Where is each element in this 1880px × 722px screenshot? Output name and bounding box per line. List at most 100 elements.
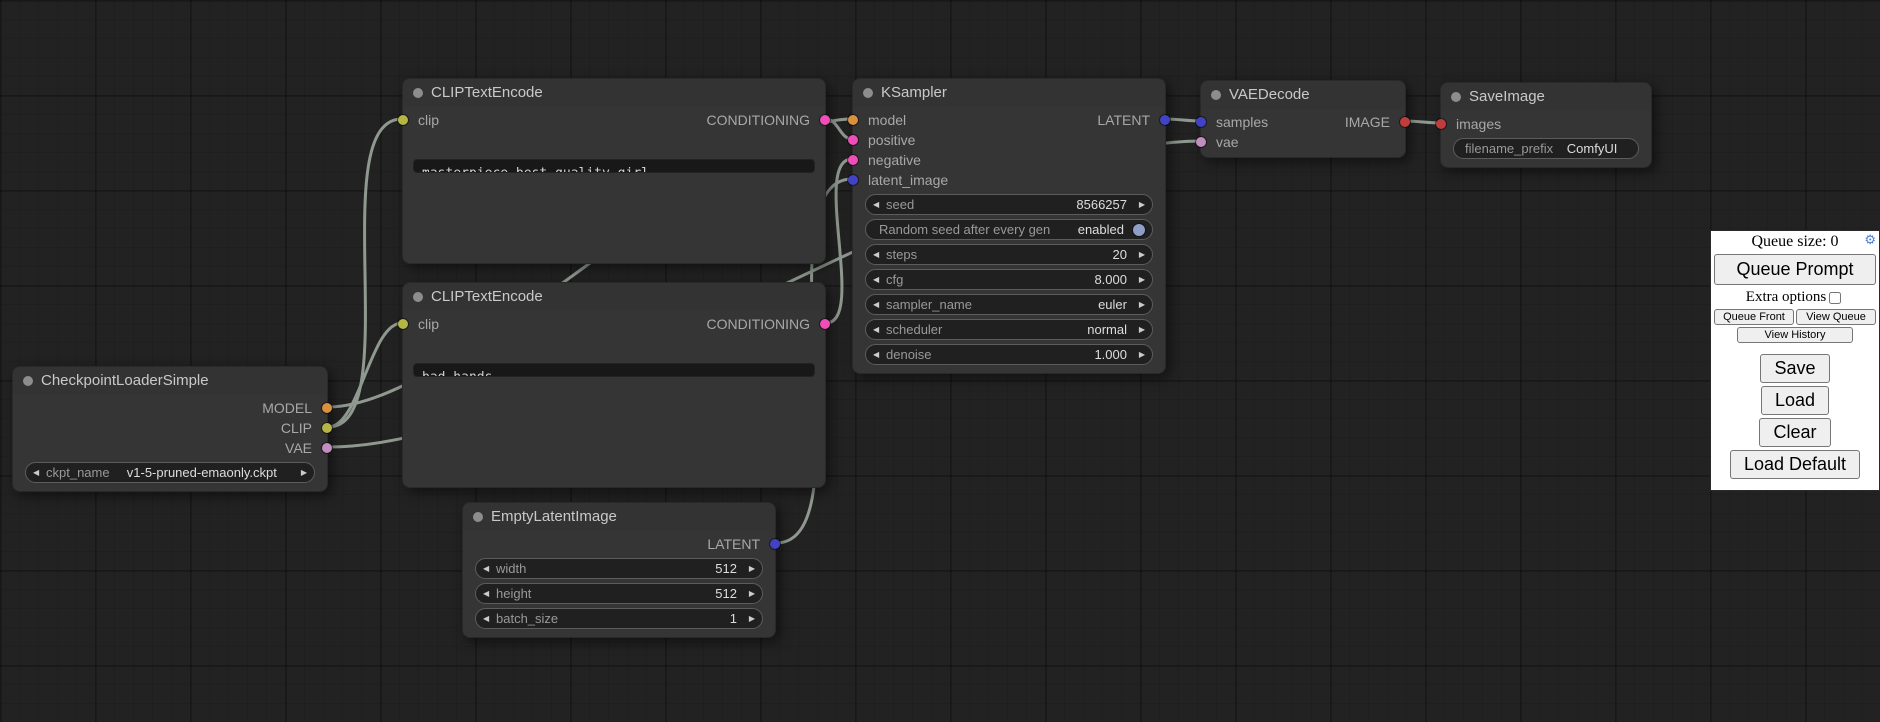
node-checkpoint-loader[interactable]: CheckpointLoaderSimple MODEL CLIP VAE ◀ … bbox=[12, 366, 328, 492]
clip-output-port[interactable] bbox=[322, 423, 332, 433]
model-output-port[interactable] bbox=[322, 403, 332, 413]
graph-canvas[interactable]: CheckpointLoaderSimple MODEL CLIP VAE ◀ … bbox=[0, 0, 1880, 722]
filename-prefix-widget[interactable]: filename_prefix ComfyUI bbox=[1453, 138, 1639, 159]
increment-arrow-icon[interactable]: ▶ bbox=[742, 589, 755, 598]
load-default-button[interactable]: Load Default bbox=[1730, 450, 1860, 479]
clip-input-port[interactable] bbox=[398, 319, 408, 329]
decrement-arrow-icon[interactable]: ◀ bbox=[873, 275, 886, 284]
node-collapse-dot[interactable] bbox=[1211, 90, 1221, 100]
conditioning-output-port[interactable] bbox=[820, 115, 830, 125]
vae-output-port[interactable] bbox=[322, 443, 332, 453]
steps-widget[interactable]: ◀ steps 20 ▶ bbox=[865, 244, 1153, 265]
batch-size-widget[interactable]: ◀ batch_size 1 ▶ bbox=[475, 608, 763, 629]
decrement-arrow-icon[interactable]: ◀ bbox=[483, 564, 496, 573]
decrement-arrow-icon[interactable]: ◀ bbox=[873, 250, 886, 259]
node-title: EmptyLatentImage bbox=[491, 508, 617, 525]
increment-arrow-icon[interactable]: ▶ bbox=[1132, 250, 1145, 259]
view-queue-button[interactable]: View Queue bbox=[1796, 309, 1876, 325]
clear-button[interactable]: Clear bbox=[1759, 418, 1830, 447]
next-arrow-icon[interactable]: ▶ bbox=[1132, 325, 1145, 334]
node-title-bar[interactable]: CheckpointLoaderSimple bbox=[13, 367, 327, 395]
next-arrow-icon[interactable]: ▶ bbox=[1132, 300, 1145, 309]
node-title-bar[interactable]: VAEDecode bbox=[1201, 81, 1405, 109]
slot-label: negative bbox=[868, 152, 921, 168]
node-title: CLIPTextEncode bbox=[431, 84, 543, 101]
node-vae-decode[interactable]: VAEDecode samples IMAGE vae bbox=[1200, 80, 1406, 158]
node-ksampler[interactable]: KSampler model LATENT positive negative … bbox=[852, 78, 1166, 374]
node-title-bar[interactable]: KSampler bbox=[853, 79, 1165, 107]
extra-options-checkbox[interactable] bbox=[1829, 292, 1841, 304]
decrement-arrow-icon[interactable]: ◀ bbox=[483, 614, 496, 623]
widget-value: ComfyUI bbox=[1567, 141, 1618, 156]
vae-input-port[interactable] bbox=[1196, 137, 1206, 147]
view-history-button[interactable]: View History bbox=[1737, 327, 1854, 343]
increment-arrow-icon[interactable]: ▶ bbox=[742, 564, 755, 573]
toggle-dot[interactable] bbox=[1133, 224, 1145, 236]
prev-arrow-icon[interactable]: ◀ bbox=[873, 300, 886, 309]
negative-input-port[interactable] bbox=[848, 155, 858, 165]
width-widget[interactable]: ◀ width 512 ▶ bbox=[475, 558, 763, 579]
increment-arrow-icon[interactable]: ▶ bbox=[1132, 275, 1145, 284]
conditioning-output-port[interactable] bbox=[820, 319, 830, 329]
node-title: KSampler bbox=[881, 84, 947, 101]
model-input-port[interactable] bbox=[848, 115, 858, 125]
negative-prompt-textarea[interactable]: bad hands bbox=[413, 363, 815, 377]
cfg-widget[interactable]: ◀ cfg 8.000 ▶ bbox=[865, 269, 1153, 290]
node-collapse-dot[interactable] bbox=[23, 376, 33, 386]
menu-panel: Queue size: 0 ⚙ Queue Prompt Extra optio… bbox=[1710, 230, 1880, 491]
slot-label: CONDITIONING bbox=[707, 110, 810, 130]
queue-front-button[interactable]: Queue Front bbox=[1714, 309, 1794, 325]
node-collapse-dot[interactable] bbox=[413, 88, 423, 98]
latent-output-port[interactable] bbox=[770, 539, 780, 549]
node-title-bar[interactable]: CLIPTextEncode bbox=[403, 79, 825, 107]
queue-prompt-button[interactable]: Queue Prompt bbox=[1714, 254, 1876, 285]
node-clip-text-encode-negative[interactable]: CLIPTextEncode clip CONDITIONING bad han… bbox=[402, 282, 826, 488]
clip-input-port[interactable] bbox=[398, 115, 408, 125]
node-collapse-dot[interactable] bbox=[1451, 92, 1461, 102]
image-output-port[interactable] bbox=[1400, 117, 1410, 127]
sampler-name-widget[interactable]: ◀ sampler_name euler ▶ bbox=[865, 294, 1153, 315]
widget-value: v1-5-pruned-emaonly.ckpt bbox=[127, 465, 277, 480]
slot-label: clip bbox=[418, 112, 439, 128]
denoise-widget[interactable]: ◀ denoise 1.000 ▶ bbox=[865, 344, 1153, 365]
slot-label: LATENT bbox=[707, 536, 760, 552]
prev-arrow-icon[interactable]: ◀ bbox=[873, 325, 886, 334]
increment-arrow-icon[interactable]: ▶ bbox=[1132, 200, 1145, 209]
prev-arrow-icon[interactable]: ◀ bbox=[33, 468, 46, 477]
increment-arrow-icon[interactable]: ▶ bbox=[1132, 350, 1145, 359]
seed-widget[interactable]: ◀ seed 8566257 ▶ bbox=[865, 194, 1153, 215]
decrement-arrow-icon[interactable]: ◀ bbox=[483, 589, 496, 598]
slot-row: model LATENT bbox=[853, 110, 1165, 130]
positive-prompt-textarea[interactable]: masterpiece best quality girl bbox=[413, 159, 815, 173]
latent-output-port[interactable] bbox=[1160, 115, 1170, 125]
decrement-arrow-icon[interactable]: ◀ bbox=[873, 200, 886, 209]
images-input-port[interactable] bbox=[1436, 119, 1446, 129]
node-title: CheckpointLoaderSimple bbox=[41, 372, 209, 389]
widget-value: 512 bbox=[715, 561, 742, 576]
load-button[interactable]: Load bbox=[1761, 386, 1829, 415]
positive-input-port[interactable] bbox=[848, 135, 858, 145]
save-button[interactable]: Save bbox=[1760, 354, 1829, 383]
node-clip-text-encode-positive[interactable]: CLIPTextEncode clip CONDITIONING masterp… bbox=[402, 78, 826, 264]
height-widget[interactable]: ◀ height 512 ▶ bbox=[475, 583, 763, 604]
widget-label: denoise bbox=[886, 347, 932, 362]
random-seed-toggle[interactable]: Random seed after every gen enabled bbox=[865, 219, 1153, 240]
next-arrow-icon[interactable]: ▶ bbox=[294, 468, 307, 477]
node-save-image[interactable]: SaveImage images filename_prefix ComfyUI bbox=[1440, 82, 1652, 168]
node-title-bar[interactable]: CLIPTextEncode bbox=[403, 283, 825, 311]
decrement-arrow-icon[interactable]: ◀ bbox=[873, 350, 886, 359]
node-collapse-dot[interactable] bbox=[413, 292, 423, 302]
ckpt-name-widget[interactable]: ◀ ckpt_name v1-5-pruned-emaonly.ckpt ▶ bbox=[25, 462, 315, 483]
node-empty-latent-image[interactable]: EmptyLatentImage LATENT ◀ width 512 ▶ ◀ … bbox=[462, 502, 776, 638]
slot-row: latent_image bbox=[853, 170, 1165, 190]
scheduler-widget[interactable]: ◀ scheduler normal ▶ bbox=[865, 319, 1153, 340]
slot-label: latent_image bbox=[868, 172, 948, 188]
node-collapse-dot[interactable] bbox=[863, 88, 873, 98]
latent-image-input-port[interactable] bbox=[848, 175, 858, 185]
node-title-bar[interactable]: EmptyLatentImage bbox=[463, 503, 775, 531]
samples-input-port[interactable] bbox=[1196, 117, 1206, 127]
node-collapse-dot[interactable] bbox=[473, 512, 483, 522]
increment-arrow-icon[interactable]: ▶ bbox=[742, 614, 755, 623]
node-title-bar[interactable]: SaveImage bbox=[1441, 83, 1651, 111]
settings-gear-icon[interactable]: ⚙ bbox=[1864, 233, 1876, 247]
